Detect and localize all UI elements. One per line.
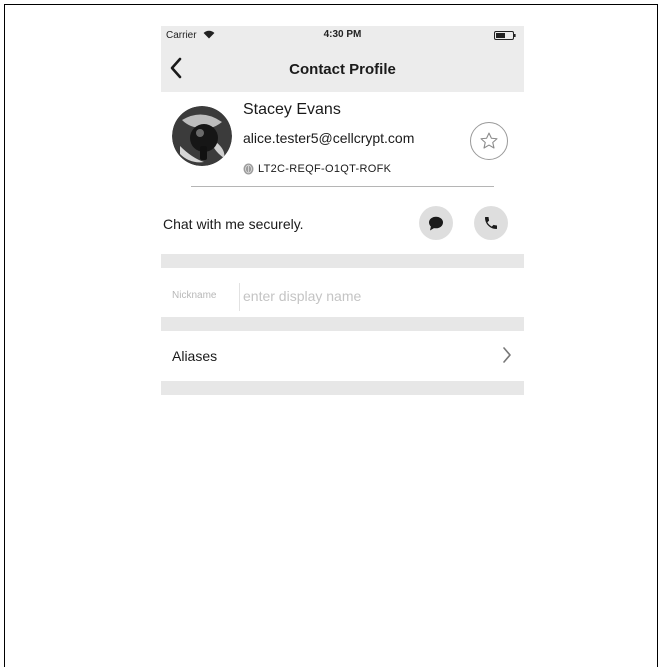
aliases-row[interactable]: Aliases — [161, 331, 524, 381]
phone-screen: Carrier 4:30 PM Contact Profile Stacey E… — [161, 26, 524, 395]
favorite-button[interactable] — [470, 122, 508, 160]
fingerprint-icon — [243, 163, 254, 175]
status-bar: Carrier 4:30 PM — [161, 26, 524, 46]
star-outline-icon — [480, 132, 498, 149]
contact-name: Stacey Evans — [243, 101, 341, 118]
profile-divider — [191, 186, 494, 187]
nickname-separator — [239, 283, 240, 311]
contact-email: alice.tester5@cellcrypt.com — [243, 130, 415, 146]
phone-icon — [485, 217, 497, 229]
aliases-label: Aliases — [172, 348, 218, 364]
call-button[interactable] — [474, 206, 508, 240]
chat-button[interactable] — [419, 206, 453, 240]
fingerprint-code: LT2C-REQF-O1QT-ROFK — [258, 163, 392, 175]
section-separator — [161, 254, 524, 268]
battery-icon — [494, 31, 516, 40]
chat-bubble-icon — [429, 216, 443, 230]
page-title: Contact Profile — [289, 61, 396, 78]
nickname-input[interactable] — [243, 284, 513, 308]
navigation-bar: Contact Profile — [161, 46, 524, 92]
section-separator — [161, 381, 524, 395]
section-separator — [161, 317, 524, 331]
chevron-right-icon — [503, 347, 511, 363]
nickname-label: Nickname — [172, 290, 217, 301]
contact-avatar — [172, 106, 232, 166]
avatar-image — [172, 106, 232, 166]
contact-status-message: Chat with me securely. — [163, 216, 304, 232]
status-time: 4:30 PM — [323, 29, 362, 40]
